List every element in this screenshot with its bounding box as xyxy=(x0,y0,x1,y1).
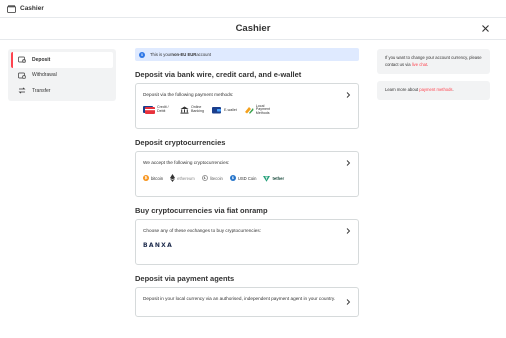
cashier-icon xyxy=(7,4,16,13)
payment-methods-end: . xyxy=(452,87,454,92)
payment-methods-box: Learn more about payment methods. xyxy=(377,81,490,100)
credit-card-label: Credit / Debit xyxy=(157,105,169,113)
onramp-card[interactable]: Choose any of these exchanges to buy cry… xyxy=(135,219,359,265)
section-title-onramp: Buy cryptocurrencies via fiat onramp xyxy=(135,206,268,215)
page-title: Cashier xyxy=(235,23,271,34)
notice-prefix: This is your xyxy=(150,52,172,57)
onramp-description: Choose any of these exchanges to buy cry… xyxy=(143,228,262,233)
currency-change-text: If you want to change your account curre… xyxy=(385,55,482,67)
section-title-crypto: Deposit cryptocurrencies xyxy=(135,138,226,147)
app-title: Cashier xyxy=(20,5,44,12)
sidebar-item-label: Deposit xyxy=(32,56,51,63)
fiat-deposit-card[interactable]: Deposit via the following payment method… xyxy=(135,83,359,129)
section-title-agents: Deposit via payment agents xyxy=(135,274,235,283)
withdrawal-icon xyxy=(18,71,26,79)
online-banking-label: Online Banking xyxy=(191,105,204,113)
payment-methods-text: Learn more about xyxy=(385,87,420,92)
live-chat-link[interactable]: live chat xyxy=(412,62,427,67)
tether-icon xyxy=(263,175,271,182)
bitcoin-label: bitcoin xyxy=(151,175,164,181)
ethereum-icon xyxy=(170,174,176,182)
info-icon: i xyxy=(139,51,145,58)
payment-method-logos: Credit / Debit Online Banking E-wallet L… xyxy=(143,103,351,116)
account-notice: i This is your non-EU EUR account xyxy=(135,48,359,61)
notice-account-type: non-EU EUR xyxy=(171,52,197,57)
close-icon xyxy=(481,24,489,32)
online-banking-logo: Online Banking xyxy=(180,106,205,114)
fiat-description: Deposit via the following payment method… xyxy=(143,92,234,97)
crypto-logos: ₿ bitcoin ethereum Ł litecoin $ USD Coin… xyxy=(143,173,351,183)
section-title-fiat: Deposit via bank wire, credit card, and … xyxy=(135,70,302,79)
bitcoin-logo: ₿ bitcoin xyxy=(143,175,163,181)
local-payment-logo: Local Payment Methods xyxy=(244,103,270,116)
local-payment-icon xyxy=(244,107,254,114)
currency-change-end: . xyxy=(427,61,429,67)
cashier-header: Cashier xyxy=(0,18,506,40)
ethereum-logo: ethereum xyxy=(170,174,195,182)
chevron-right-icon xyxy=(346,160,351,166)
usdcoin-label: USD Coin xyxy=(237,175,257,181)
ethereum-label: ethereum xyxy=(177,175,195,181)
ewallet-icon xyxy=(212,107,221,114)
local-payment-label: Local Payment Methods xyxy=(255,103,270,115)
sidebar-item-label: Transfer xyxy=(32,87,51,94)
deposit-icon xyxy=(18,56,26,64)
chevron-right-icon xyxy=(346,92,351,98)
ewallet-logo: E-wallet xyxy=(212,106,237,114)
deposit-main: i This is your non-EU EUR account Deposi… xyxy=(135,48,359,317)
notice-suffix: account xyxy=(196,52,211,57)
app-topbar: Cashier xyxy=(0,0,506,18)
payment-agents-card[interactable]: Deposit in your local currency via an au… xyxy=(135,287,359,317)
sidebar-item-withdrawal[interactable]: Withdrawal xyxy=(11,68,113,84)
cashier-sidebar: Deposit Withdrawal Transfer xyxy=(8,49,116,101)
payment-methods-link[interactable]: payment methods xyxy=(419,87,452,92)
chevron-right-icon xyxy=(346,299,351,305)
litecoin-logo: Ł litecoin xyxy=(201,175,223,181)
agents-description: Deposit in your local currency via an au… xyxy=(143,296,336,301)
crypto-description: We accept the following cryptocurrencies… xyxy=(143,160,230,165)
usdcoin-icon: $ xyxy=(229,175,236,181)
credit-card-icon xyxy=(143,106,155,114)
tether-logo: tether xyxy=(263,175,284,182)
bank-icon xyxy=(180,106,189,114)
ewallet-label: E-wallet xyxy=(224,108,237,112)
currency-change-box: If you want to change your account curre… xyxy=(377,49,490,74)
bitcoin-icon: ₿ xyxy=(143,175,149,181)
credit-card-logo: Credit / Debit xyxy=(143,106,173,114)
close-button[interactable] xyxy=(480,23,490,33)
tether-label: tether xyxy=(272,175,285,181)
sidebar-item-transfer[interactable]: Transfer xyxy=(11,83,113,99)
crypto-deposit-card[interactable]: We accept the following cryptocurrencies… xyxy=(135,151,359,197)
transfer-icon xyxy=(18,87,26,95)
litecoin-label: litecoin xyxy=(209,175,223,181)
usdcoin-logo: $ USD Coin xyxy=(229,175,257,181)
banxa-logo: BANXA xyxy=(143,242,174,249)
sidebar-item-label: Withdrawal xyxy=(32,72,57,79)
right-info-column: If you want to change your account curre… xyxy=(377,49,490,100)
sidebar-item-deposit[interactable]: Deposit xyxy=(11,52,113,68)
litecoin-icon: Ł xyxy=(201,175,208,181)
chevron-right-icon xyxy=(346,228,351,234)
